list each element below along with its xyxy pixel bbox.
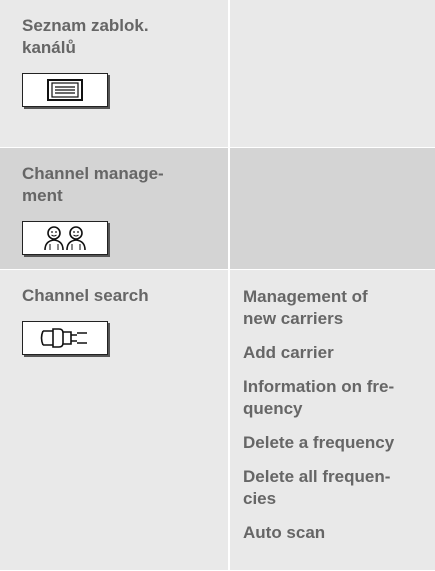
menu-item-title: Channel search (22, 286, 149, 305)
channel-list-icon-graphic (47, 79, 83, 101)
submenu-item-management-new-carriers[interactable]: Management of new carriers (243, 286, 435, 330)
submenu-item-delete-all-frequencies[interactable]: Delete all frequen- cies (243, 466, 435, 510)
submenu-item-frequency-info[interactable]: Information on fre- quency (243, 376, 435, 420)
menu-cell-left: Seznam zablok. kanálů (0, 0, 230, 147)
menu-row-blocked-channels[interactable]: Seznam zablok. kanálů (0, 0, 435, 148)
submenu-item-delete-frequency[interactable]: Delete a frequency (243, 432, 435, 454)
menu-item-title: Seznam zablok. kanálů (22, 16, 149, 57)
menu-cell-right (230, 0, 435, 147)
people-icon-graphic (44, 226, 86, 251)
menu-row-channel-search[interactable]: Channel search Management of new carrier… (0, 270, 435, 571)
menu-row-channel-management[interactable]: Channel manage- ment (0, 148, 435, 270)
channel-list-icon[interactable] (22, 73, 108, 107)
antenna-plug-icon[interactable] (22, 321, 108, 355)
menu-table: Seznam zablok. kanálů Channel manage- me… (0, 0, 435, 571)
menu-cell-right (230, 148, 435, 269)
antenna-plug-icon-graphic (40, 328, 87, 348)
menu-cell-left: Channel search (0, 270, 230, 570)
menu-cell-left: Channel manage- ment (0, 148, 230, 269)
people-icon[interactable] (22, 221, 108, 255)
channel-search-submenu: Management of new carriers Add carrier I… (230, 270, 435, 570)
menu-item-title: Channel manage- ment (22, 164, 164, 205)
submenu-item-auto-scan[interactable]: Auto scan (243, 522, 435, 544)
submenu-item-add-carrier[interactable]: Add carrier (243, 342, 435, 364)
